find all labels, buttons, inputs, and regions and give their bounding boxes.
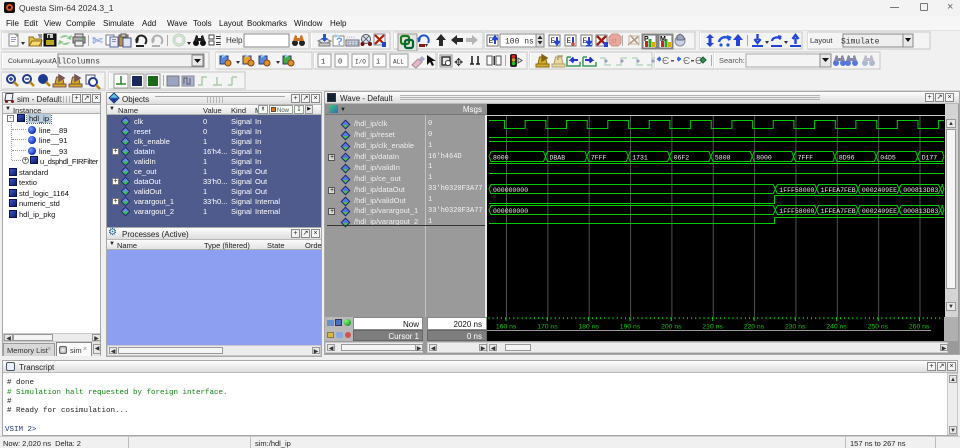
svg-text:E: E (567, 37, 572, 46)
svg-text:000813D83: 000813D83 (903, 187, 938, 194)
svg-text:200 ns: 200 ns (661, 324, 682, 331)
svg-text:Search:: Search: (719, 56, 745, 65)
svg-text:06F2: 06F2 (674, 155, 690, 162)
svg-text:7FFF: 7FFF (591, 155, 607, 162)
svg-text:000000000: 000000000 (493, 208, 528, 215)
svg-text:180 ns: 180 ns (579, 324, 600, 331)
svg-text:DBAB: DBAB (550, 155, 566, 162)
svg-text:D177: D177 (922, 155, 938, 162)
svg-text:04D5: 04D5 (880, 155, 896, 162)
svg-text:ALL: ALL (393, 59, 404, 66)
svg-text:1: 1 (321, 59, 325, 67)
svg-text:?: ? (336, 36, 343, 48)
svg-text:000000000: 000000000 (493, 187, 528, 194)
svg-text:5808: 5808 (715, 155, 731, 162)
svg-text:1731: 1731 (632, 155, 648, 162)
svg-text:170 ns: 170 ns (537, 324, 558, 331)
svg-text:100 ns: 100 ns (505, 38, 534, 47)
svg-text:M: M (660, 36, 666, 43)
svg-text:····: ···· (346, 34, 355, 41)
svg-text:160 ns: 160 ns (496, 324, 517, 331)
svg-text:AllColumns: AllColumns (52, 58, 100, 67)
svg-text:240 ns: 240 ns (826, 324, 847, 331)
svg-text:Layout: Layout (810, 36, 833, 45)
svg-text:1FFEA7FEB: 1FFEA7FEB (821, 187, 856, 194)
svg-text:Help: Help (226, 36, 243, 45)
svg-text:0002409EE: 0002409EE (862, 187, 897, 194)
svg-text:1FFF58000: 1FFF58000 (779, 187, 814, 194)
svg-text:Simulate: Simulate (841, 38, 880, 47)
svg-text:8000: 8000 (756, 155, 772, 162)
svg-text:1FFF58000: 1FFF58000 (779, 208, 814, 215)
svg-text:0002409EE: 0002409EE (862, 208, 897, 215)
svg-text:P: P (644, 36, 649, 43)
svg-text:i: i (376, 59, 380, 67)
svg-text:ColumnLayout: ColumnLayout (8, 58, 52, 65)
svg-text:▾: ▾ (425, 43, 428, 49)
svg-text:210 ns: 210 ns (702, 324, 723, 331)
svg-text:260 ns: 260 ns (909, 324, 930, 331)
svg-text:0: 0 (338, 59, 342, 67)
svg-text:Є: Є (683, 56, 690, 67)
svg-text:1FFEA7FEB: 1FFEA7FEB (821, 208, 856, 215)
svg-text:st: st (611, 38, 617, 45)
svg-text:220 ns: 220 ns (744, 324, 765, 331)
svg-text:Є: Є (662, 56, 669, 67)
svg-text:I/O: I/O (355, 59, 366, 66)
svg-text:8D96: 8D96 (839, 155, 855, 162)
svg-text:250 ns: 250 ns (868, 324, 889, 331)
svg-text:000813D83: 000813D83 (903, 208, 938, 215)
svg-text:190 ns: 190 ns (620, 324, 641, 331)
svg-text:✄: ✄ (92, 33, 103, 48)
svg-text:✥: ✥ (454, 57, 463, 69)
svg-text:8000: 8000 (493, 155, 509, 162)
svg-text:230 ns: 230 ns (785, 324, 806, 331)
svg-text:7FFF: 7FFF (798, 155, 814, 162)
